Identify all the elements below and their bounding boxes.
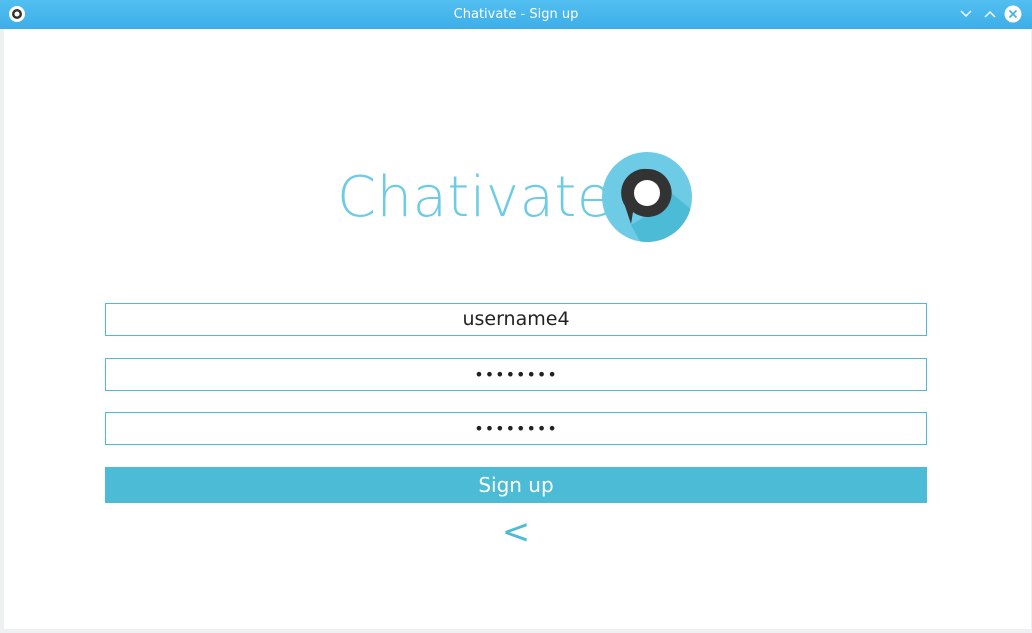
username-input[interactable] — [105, 303, 927, 336]
maximize-icon[interactable] — [981, 5, 999, 23]
close-icon[interactable] — [1004, 5, 1022, 23]
minimize-icon[interactable] — [957, 5, 975, 23]
signup-button[interactable]: Sign up — [105, 467, 927, 503]
logo-wordmark: Chativate — [337, 165, 612, 230]
back-button[interactable]: < — [496, 514, 536, 550]
window-title: Chativate - Sign up — [453, 7, 579, 22]
window-titlebar[interactable]: Chativate - Sign up — [0, 0, 1032, 29]
speech-bubble-icon — [601, 151, 693, 243]
password-input[interactable] — [105, 358, 927, 391]
confirm-password-input[interactable] — [105, 412, 927, 445]
